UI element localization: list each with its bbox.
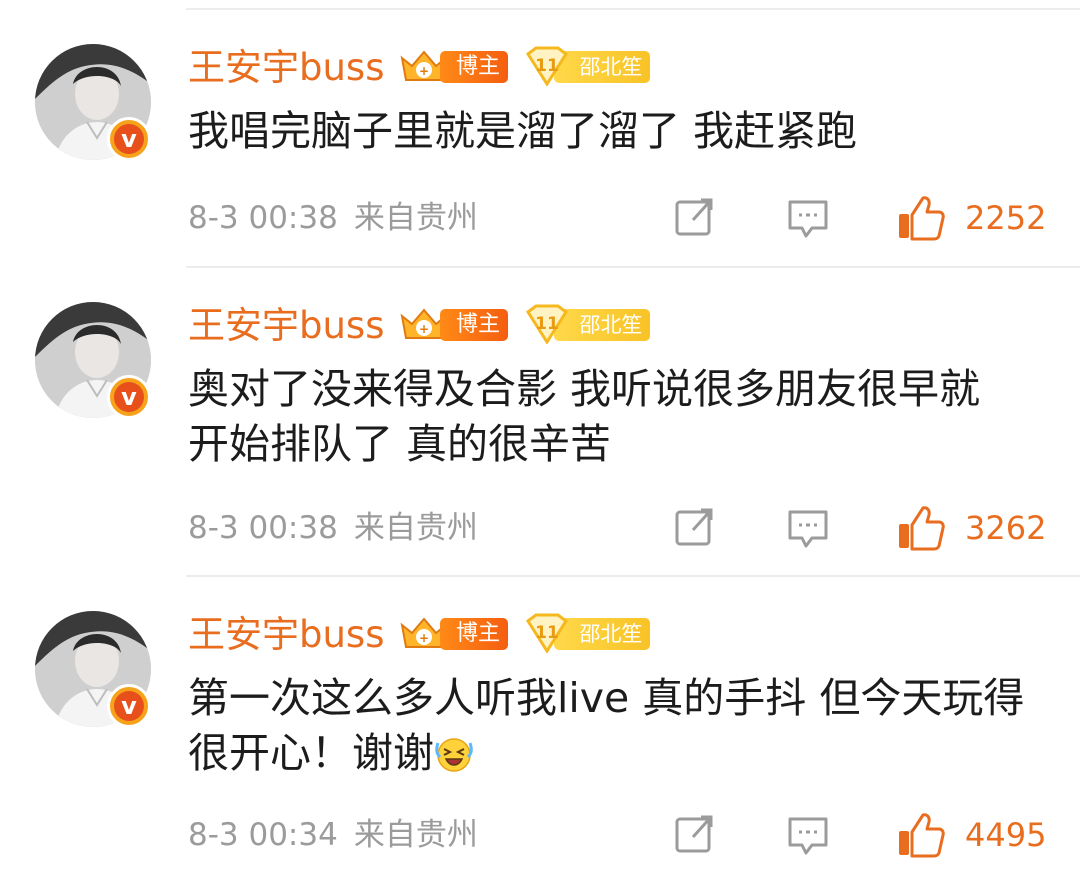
author-name[interactable]: 王安宇buss bbox=[188, 303, 385, 349]
comment-icon[interactable] bbox=[786, 813, 830, 857]
comment-text: 奥对了没来得及合影 我听说很多朋友很早就开始排队了 真的很辛苦 bbox=[188, 365, 981, 468]
verified-v-icon: v bbox=[107, 117, 151, 161]
fan-badge[interactable]: 邵北笙 11 bbox=[524, 613, 650, 653]
author-name[interactable]: 王安宇buss bbox=[188, 612, 385, 658]
thumbs-up-icon[interactable] bbox=[897, 194, 945, 242]
thumbs-up-icon[interactable] bbox=[897, 504, 945, 552]
host-badge-label: 博主 bbox=[440, 51, 508, 83]
comment-item: v 王安宇buss + 博主 邵北笙 11 奥对了没来得及合影 我听说很多朋友很… bbox=[0, 258, 1080, 567]
comment-location: 来自贵州 bbox=[353, 817, 478, 853]
verified-v-icon: v bbox=[107, 375, 151, 419]
share-icon[interactable] bbox=[673, 813, 717, 857]
host-badge[interactable]: + 博主 bbox=[398, 304, 510, 344]
comment-meta: 8-3 00:38 来自贵州 bbox=[188, 198, 478, 238]
host-badge[interactable]: + 博主 bbox=[398, 46, 510, 86]
like-count: 2252 bbox=[965, 199, 1047, 237]
author-name[interactable]: 王安宇buss bbox=[188, 45, 385, 91]
like-count: 4495 bbox=[965, 816, 1047, 854]
comment-text: 第一次这么多人听我live 真的手抖 但今天玩得很开心！谢谢 bbox=[188, 671, 1048, 781]
comment-time: 8-3 00:38 bbox=[188, 510, 338, 546]
comment-text-body: 第一次这么多人听我live 真的手抖 但今天玩得很开心！谢谢 bbox=[188, 674, 1025, 777]
share-icon[interactable] bbox=[673, 196, 717, 240]
comment-icon[interactable] bbox=[786, 196, 830, 240]
laughing-crying-emoji bbox=[435, 738, 473, 772]
host-badge-label: 博主 bbox=[440, 618, 508, 650]
svg-text:+: + bbox=[419, 631, 429, 645]
thumbs-up-icon[interactable] bbox=[897, 811, 945, 859]
comment-item: v 王安宇buss + 博主 邵北笙 11 第一次这么多人听我live 真的手抖… bbox=[0, 567, 1080, 876]
fan-level: 11 bbox=[535, 623, 559, 643]
host-badge-label: 博主 bbox=[440, 309, 508, 341]
comment-text: 我唱完脑子里就是溜了溜了 我赶紧跑 bbox=[188, 107, 858, 155]
fan-level: 11 bbox=[535, 56, 559, 76]
comment-location: 来自贵州 bbox=[353, 510, 478, 546]
like-count: 3262 bbox=[965, 509, 1047, 547]
fan-badge[interactable]: 邵北笙 11 bbox=[524, 304, 650, 344]
fan-badge[interactable]: 邵北笙 11 bbox=[524, 46, 650, 86]
comment-meta: 8-3 00:34 来自贵州 bbox=[188, 815, 478, 855]
host-badge[interactable]: + 博主 bbox=[398, 613, 510, 653]
comment-time: 8-3 00:38 bbox=[188, 200, 338, 236]
fan-level: 11 bbox=[535, 314, 559, 334]
comment-time: 8-3 00:34 bbox=[188, 817, 338, 853]
share-icon[interactable] bbox=[673, 506, 717, 550]
comment-meta: 8-3 00:38 来自贵州 bbox=[188, 508, 478, 548]
verified-v-icon: v bbox=[107, 684, 151, 728]
comment-location: 来自贵州 bbox=[353, 200, 478, 236]
svg-text:+: + bbox=[419, 322, 429, 336]
comment-icon[interactable] bbox=[786, 506, 830, 550]
svg-text:+: + bbox=[419, 64, 429, 78]
